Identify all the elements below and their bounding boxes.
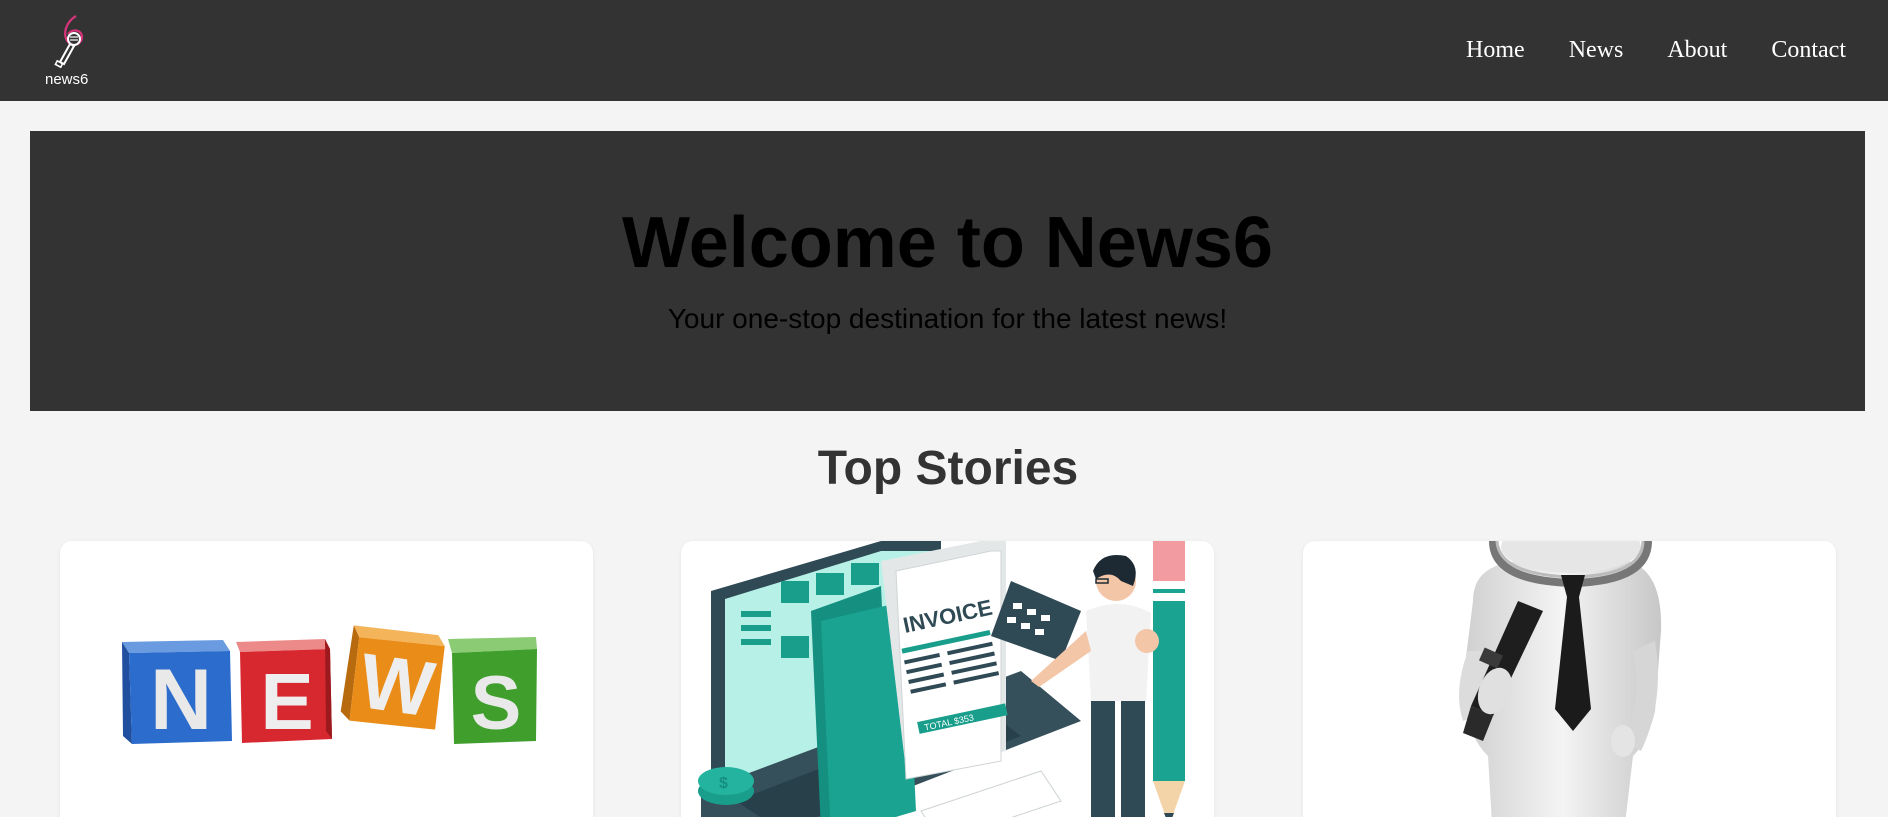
story-card-3[interactable] (1303, 541, 1836, 817)
cube-letter-e: E (260, 657, 313, 746)
story-card-2[interactable]: INVOICE TOTAL $353 $ (681, 541, 1214, 817)
news-cubes-image: N E W S (122, 625, 537, 748)
nav-contact-link[interactable]: Contact (1771, 37, 1846, 64)
hero-banner: Welcome to News6 Your one-stop destinati… (30, 131, 1865, 411)
cube-letter-w: W (354, 636, 440, 733)
top-stories-title: Top Stories (817, 442, 1079, 495)
microphone-logo-icon: news6 (45, 15, 88, 88)
invoice-illustration-image: INVOICE TOTAL $353 $ (698, 541, 1185, 817)
cube-letter-s: S (471, 661, 522, 746)
logo-text: news6 (45, 71, 88, 88)
hero-subtitle: Your one-stop destination for the latest… (667, 303, 1228, 334)
nav-news-link[interactable]: News (1569, 37, 1624, 64)
svg-text:$: $ (719, 775, 728, 792)
news6-logo[interactable]: news6 (40, 12, 100, 90)
top-navbar: news6 Home News About Contact (0, 0, 1888, 101)
magnifier-person-image (1459, 541, 1662, 817)
nav-home-link[interactable]: Home (1466, 37, 1525, 64)
nav-about-link[interactable]: About (1667, 37, 1727, 64)
cube-letter-n: N (150, 652, 212, 748)
main-nav: Home News About Contact (1466, 0, 1846, 101)
hero-title: Welcome to News6 (622, 203, 1273, 283)
story-card-1[interactable]: N E W S (60, 541, 593, 817)
